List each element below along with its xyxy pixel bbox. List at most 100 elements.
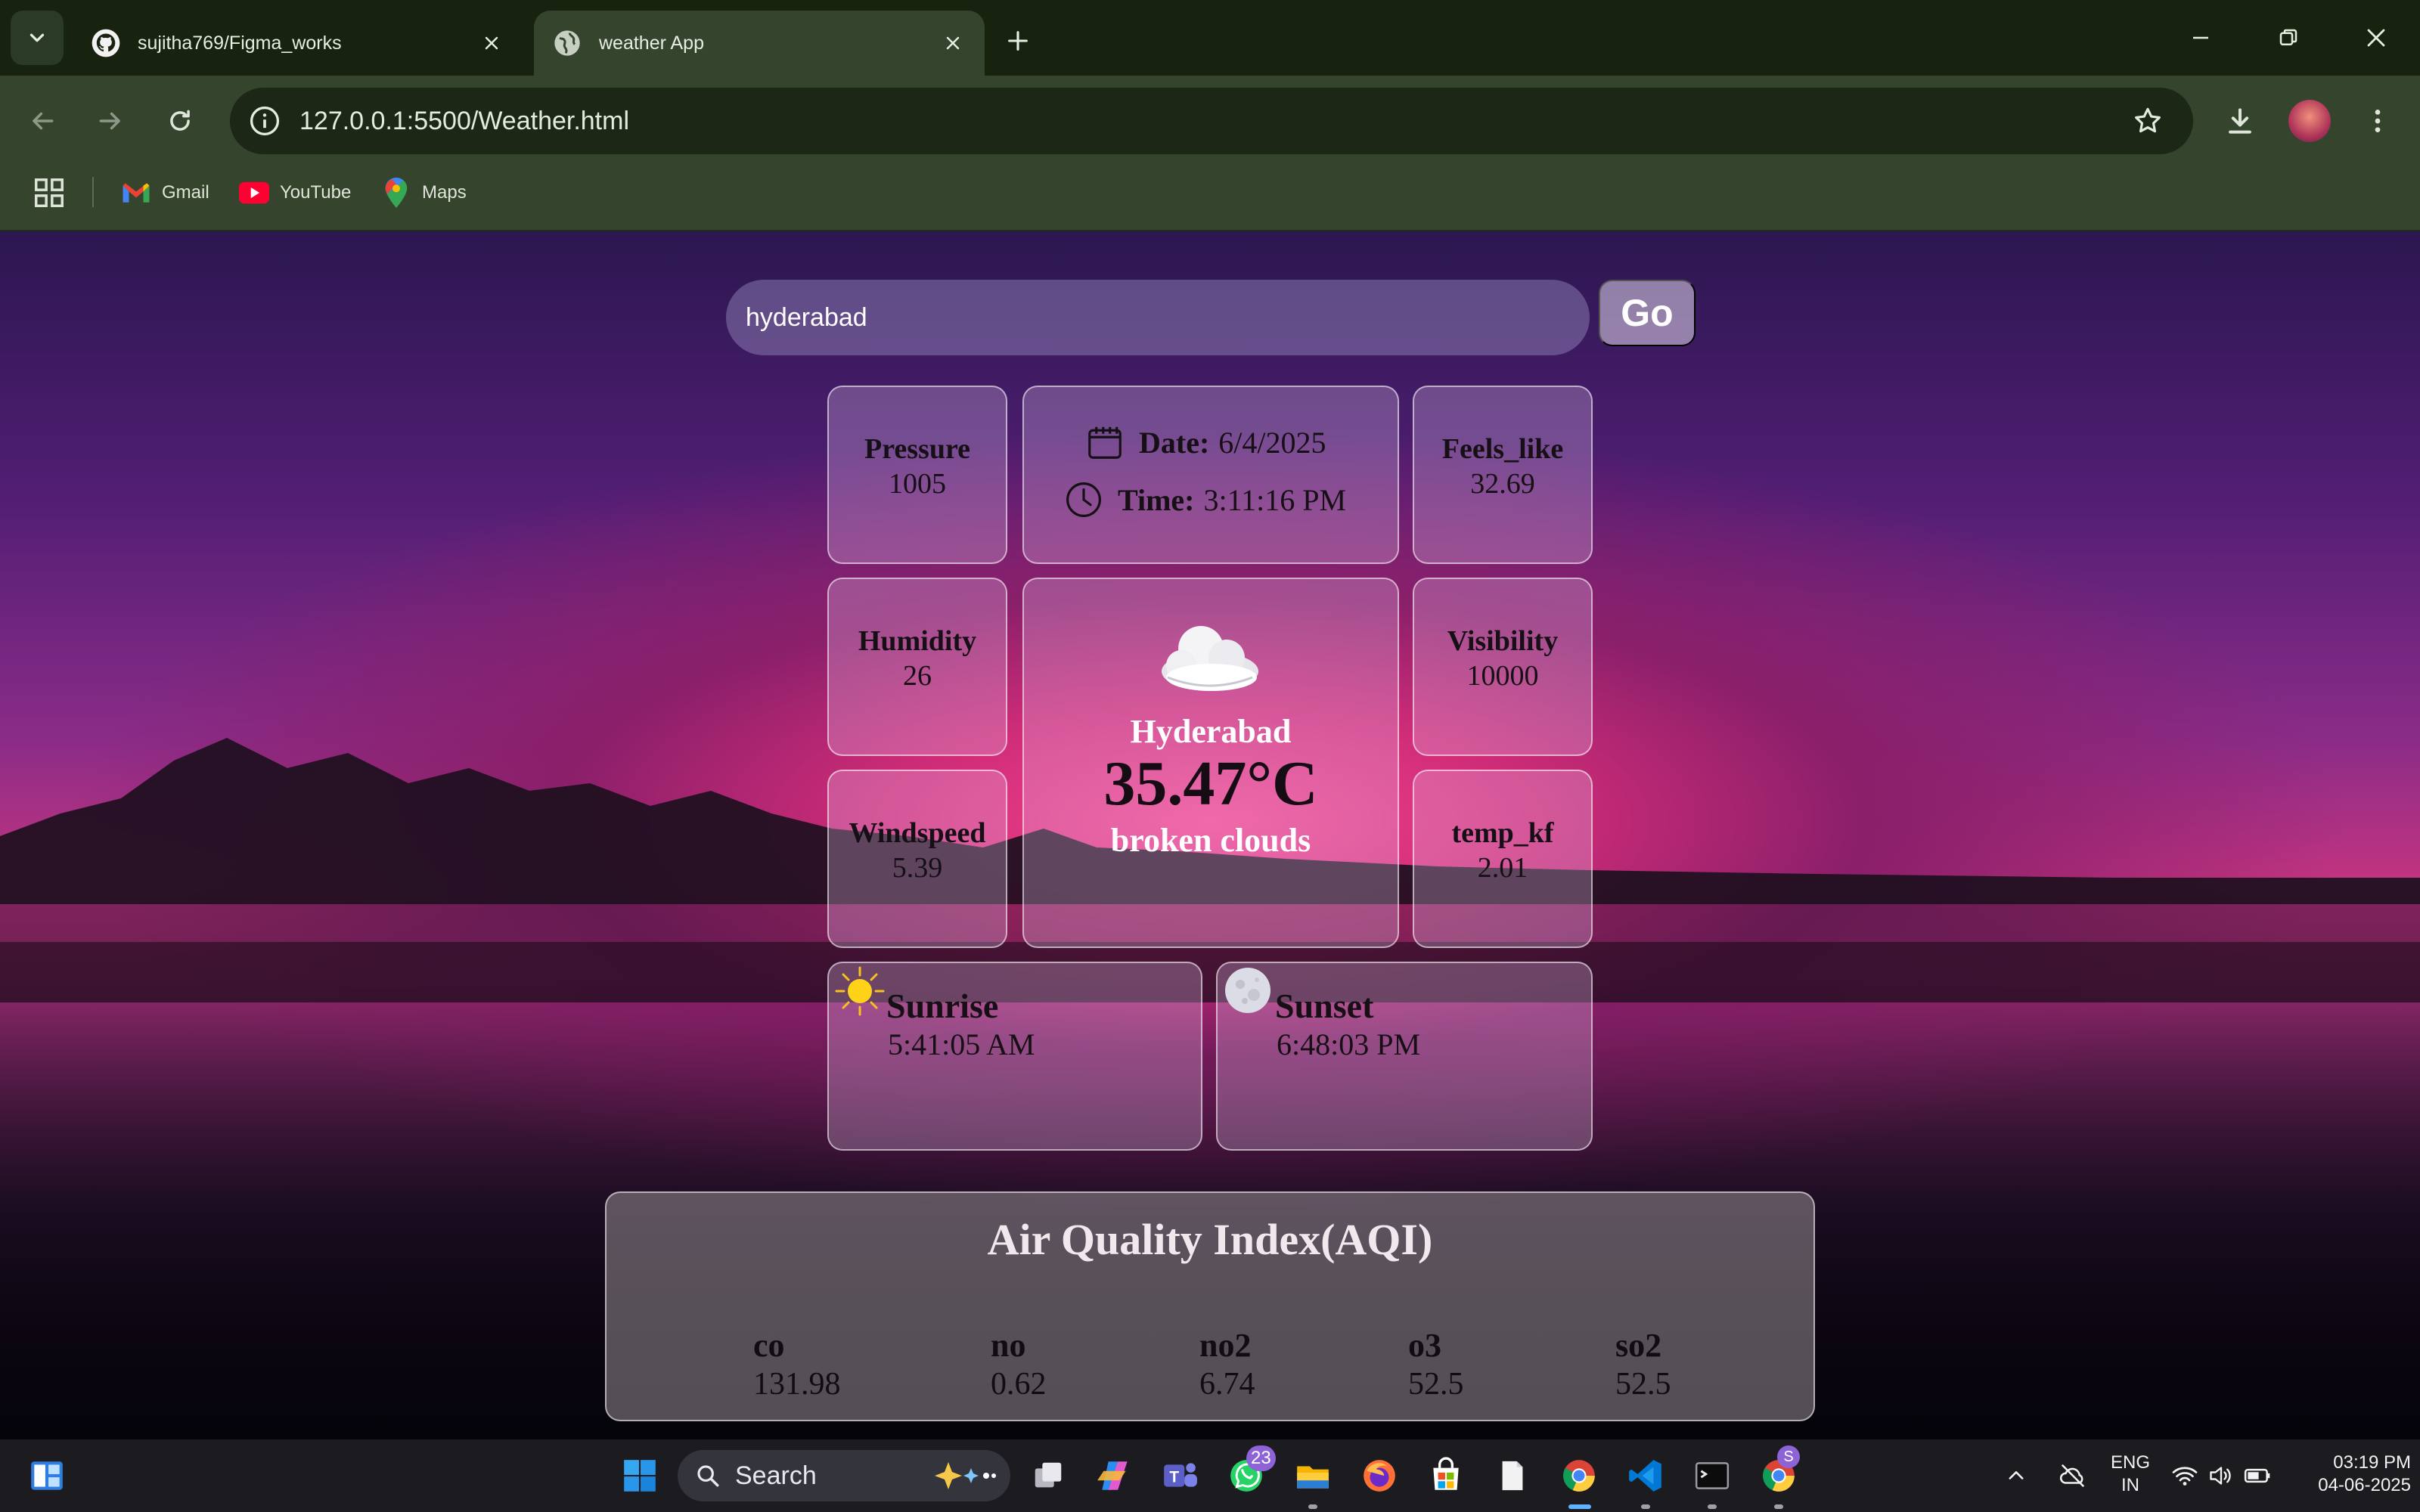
restore-button[interactable] (2267, 18, 2310, 57)
chrome-icon[interactable] (1556, 1453, 1602, 1498)
tab-github[interactable]: sujitha769/Figma_works (73, 11, 523, 76)
sunset-label: Sunset (1275, 987, 1374, 1025)
tab-search-button[interactable] (11, 11, 64, 65)
feels-like-card: Feels_like 32.69 (1413, 386, 1593, 564)
aqi-value: 131.98 (753, 1367, 841, 1402)
site-info-icon[interactable] (247, 103, 283, 139)
go-button[interactable]: Go (1599, 280, 1696, 346)
close-icon (2367, 29, 2385, 47)
calendar-icon (1084, 422, 1125, 463)
chevron-down-icon (29, 33, 45, 42)
visibility-label: Visibility (1447, 625, 1559, 657)
aqi-panel: Air Quality Index(AQI) co 131.98 no 0.62… (605, 1191, 1815, 1421)
date-label: Date: (1139, 425, 1210, 460)
city-search-box[interactable] (726, 280, 1590, 355)
downloads-button[interactable] (2217, 98, 2263, 144)
microsoft-store-icon[interactable] (1423, 1453, 1469, 1498)
reload-icon (170, 110, 190, 131)
pressure-label: Pressure (864, 433, 970, 465)
aqi-value: 6.74 (1199, 1367, 1255, 1402)
city-search-input[interactable] (746, 302, 1562, 333)
windspeed-card: Windspeed 5.39 (827, 770, 1007, 948)
browser-menu-button[interactable] (2355, 98, 2400, 144)
feels-like-label: Feels_like (1441, 433, 1564, 465)
forward-button[interactable] (89, 100, 132, 142)
temp-kf-value: 2.01 (1477, 852, 1528, 884)
task-view-icon[interactable] (1025, 1453, 1071, 1498)
youtube-icon (239, 178, 269, 208)
copilot-sparkle-icon (935, 1462, 996, 1489)
widgets-icon[interactable] (24, 1453, 70, 1498)
windows-start-icon[interactable] (617, 1453, 662, 1498)
bookmark-label: Gmail (162, 182, 209, 203)
firefox-icon[interactable] (1357, 1453, 1402, 1498)
address-bar[interactable]: 127.0.0.1:5500/Weather.html (230, 88, 2193, 154)
more-vertical-icon (2375, 110, 2381, 132)
active-indicator (1568, 1504, 1591, 1509)
new-tab-button[interactable] (998, 21, 1038, 60)
taskbar-search-label: Search (735, 1461, 817, 1490)
city-name: Hyderabad (1130, 713, 1292, 750)
copilot-icon[interactable] (1092, 1453, 1137, 1498)
visibility-card: Visibility 10000 (1413, 578, 1593, 756)
aqi-item-o3: o3 52.5 (1408, 1326, 1464, 1402)
humidity-value: 26 (903, 660, 932, 692)
teams-icon[interactable]: T (1157, 1453, 1202, 1498)
temperature-value: 35.47°C (1103, 748, 1318, 819)
bookmarks-divider (92, 177, 94, 207)
terminal-icon[interactable] (1689, 1453, 1735, 1498)
browser-toolbar: 127.0.0.1:5500/Weather.html (0, 76, 2420, 166)
vscode-icon[interactable] (1623, 1453, 1668, 1498)
windspeed-label: Windspeed (849, 817, 986, 849)
volume-icon[interactable] (2204, 1453, 2238, 1498)
aqi-label: no2 (1199, 1327, 1252, 1364)
pressure-card: Pressure 1005 (827, 386, 1007, 564)
language-indicator[interactable]: ENG IN (2108, 1452, 2152, 1497)
sunset-card: Sunset 6:48:03 PM (1216, 962, 1593, 1151)
sunrise-card: Sunrise 5:41:05 AM (827, 962, 1202, 1151)
download-icon (2229, 108, 2251, 134)
aqi-title: Air Quality Index(AQI) (987, 1215, 1433, 1264)
aqi-label: so2 (1615, 1327, 1662, 1364)
wifi-icon[interactable] (2167, 1453, 2202, 1498)
running-indicator (1774, 1504, 1783, 1509)
onedrive-offline-icon[interactable] (2054, 1453, 2092, 1498)
running-indicator (1308, 1504, 1317, 1509)
date-row: Date: 6/4/2025 (1084, 422, 1326, 463)
bookmark-label: YouTube (280, 182, 352, 203)
plus-icon (1008, 31, 1028, 51)
bookmark-maps[interactable]: Maps (381, 175, 467, 210)
notepad-icon[interactable] (1490, 1453, 1535, 1498)
tab-title: sujitha769/Figma_works (138, 32, 342, 54)
clock[interactable]: 03:19 PM 04-06-2025 (2284, 1452, 2411, 1497)
profile-avatar[interactable] (2288, 100, 2331, 142)
file-explorer-icon[interactable] (1290, 1453, 1336, 1498)
clock-date: 04-06-2025 (2318, 1475, 2411, 1495)
windows-taskbar: Search T 23 S ENG IN 03:19 PM 04-06-2025 (0, 1439, 2420, 1512)
taskbar-search[interactable]: Search (678, 1450, 1010, 1501)
sunset-value: 6:48:03 PM (1277, 1027, 1421, 1061)
arrow-right-icon (99, 112, 120, 130)
bookmark-gmail[interactable]: Gmail (121, 175, 209, 210)
main-weather-card: Hyderabad 35.47°C broken clouds (1022, 578, 1399, 948)
close-window-button[interactable] (2355, 18, 2397, 57)
battery-icon[interactable] (2240, 1453, 2275, 1498)
pressure-value: 1005 (889, 468, 946, 500)
apps-grid-icon[interactable] (32, 175, 67, 210)
back-button[interactable] (21, 100, 64, 142)
moon-icon (1225, 968, 1270, 1013)
close-icon[interactable] (938, 28, 968, 58)
minimize-button[interactable] (2180, 18, 2222, 57)
bookmark-youtube[interactable]: YouTube (239, 175, 351, 210)
tab-weather-app[interactable]: weather App (534, 11, 985, 76)
close-icon[interactable] (476, 28, 507, 58)
reload-button[interactable] (159, 100, 201, 142)
visibility-value: 10000 (1466, 660, 1539, 692)
show-hidden-icons-chevron-up-icon[interactable] (2001, 1453, 2031, 1498)
aqi-item-co: co 131.98 (753, 1326, 841, 1402)
bookmark-star-icon[interactable] (2128, 101, 2167, 141)
search-icon (691, 1459, 724, 1492)
restore-icon (2279, 29, 2297, 45)
windspeed-value: 5.39 (892, 852, 943, 884)
address-url[interactable]: 127.0.0.1:5500/Weather.html (299, 107, 2128, 136)
